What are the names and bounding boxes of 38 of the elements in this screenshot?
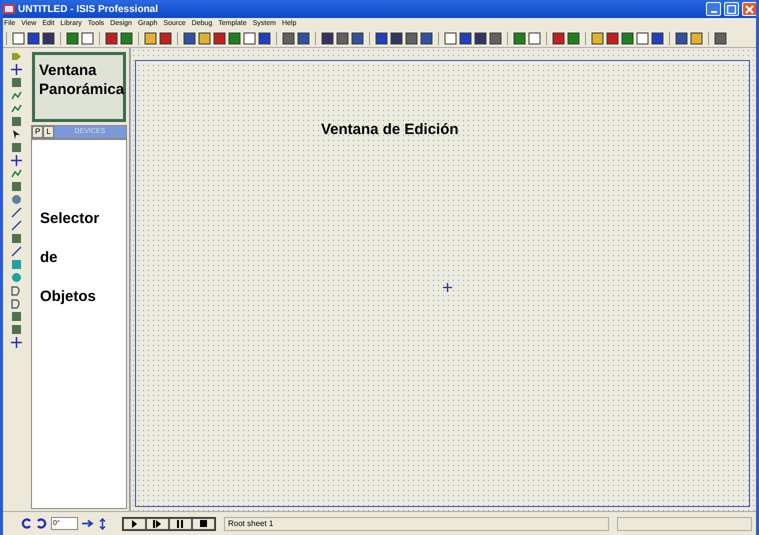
mode-button[interactable]: P [32,126,44,138]
pause-icon [177,520,184,528]
square-icon[interactable] [213,32,226,44]
pause-button[interactable] [169,518,192,530]
object-selector-list[interactable]: Selector de Objetos [31,139,127,509]
rotate-counterclockwise-icon[interactable] [36,518,47,529]
square-icon[interactable] [159,32,172,44]
vertical-arrow-icon[interactable] [99,518,106,530]
mode-button[interactable]: L [43,126,54,138]
step-icon [153,520,162,528]
maximize-icon [727,4,736,14]
annotation-label: Objetos [40,288,97,305]
graph-icon[interactable] [10,168,22,179]
stop-button[interactable] [192,518,215,530]
square-icon[interactable] [606,32,619,44]
rotate-clockwise-icon[interactable] [21,518,32,529]
annotation-label: Ventana de Edición [321,121,459,138]
close-button[interactable] [742,2,756,16]
origin-marker-icon [443,283,452,292]
play-button[interactable] [123,518,146,530]
close-icon [745,4,754,14]
minimize-button[interactable] [706,2,721,16]
editing-canvas[interactable]: Ventana de Edición [130,48,756,511]
status-text: Root sheet 1 [224,516,609,530]
step-button[interactable] [146,518,169,530]
cross-icon[interactable] [10,64,22,75]
play-icon [131,520,138,528]
annotation-label: de [40,249,59,266]
maximize-button[interactable] [724,2,739,16]
cross-icon[interactable] [10,337,22,348]
annotation-label: Selector [40,210,100,227]
pointer-icon[interactable] [10,129,22,140]
square-icon[interactable] [105,32,118,44]
square-icon[interactable] [552,32,565,44]
app-icon [3,4,15,14]
window-title: UNTITLED - ISIS Professional [18,4,158,14]
line-icon[interactable] [10,246,22,257]
stop-icon [200,520,207,527]
